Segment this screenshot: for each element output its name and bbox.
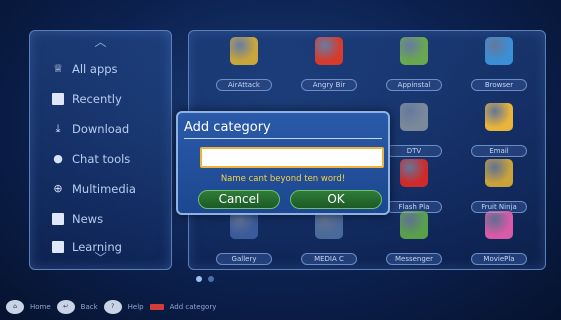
app-tile[interactable]: Browser bbox=[464, 37, 534, 97]
app-label: Browser bbox=[471, 79, 527, 91]
app-icon bbox=[230, 211, 258, 239]
sidebar-item-download[interactable]: ⤓ Download bbox=[52, 118, 167, 140]
app-label: Email bbox=[471, 145, 527, 157]
app-tile[interactable]: Fruit Ninja bbox=[464, 159, 534, 219]
add-category-dialog: Add category Name cant beyond ten word! … bbox=[176, 111, 390, 215]
red-key-icon bbox=[149, 304, 164, 310]
app-label: MoviePla bbox=[471, 253, 527, 265]
news-icon bbox=[52, 213, 64, 225]
app-icon bbox=[315, 211, 343, 239]
home-key-icon: ⌂ bbox=[6, 300, 24, 314]
scroll-down-chevron-icon[interactable]: ﹀ bbox=[93, 252, 109, 264]
sidebar-item-label: All apps bbox=[72, 62, 118, 76]
app-label: AirAttack bbox=[216, 79, 272, 91]
sidebar-item-all-apps[interactable]: ♕ All apps bbox=[52, 58, 167, 80]
app-label: Gallery bbox=[216, 253, 272, 265]
app-icon bbox=[485, 103, 513, 131]
app-tile[interactable]: MoviePla bbox=[464, 211, 534, 271]
app-label: MEDIA C bbox=[301, 253, 357, 265]
app-icon bbox=[230, 37, 258, 65]
page-indicator bbox=[196, 276, 214, 282]
app-label: DTV bbox=[386, 145, 442, 157]
book-icon bbox=[52, 241, 64, 253]
sidebar-item-label: Download bbox=[72, 122, 130, 136]
app-tile[interactable]: Angry Bir bbox=[294, 37, 364, 97]
app-icon bbox=[315, 37, 343, 65]
chat-icon: ● bbox=[53, 152, 63, 165]
back-key-icon: ↩ bbox=[56, 300, 75, 314]
sidebar-item-multimedia[interactable]: ⊕ Multimedia bbox=[52, 178, 167, 200]
category-sidebar: ︿ ♕ All apps Recently ⤓ Download ● Chat … bbox=[29, 30, 172, 270]
sidebar-item-learning[interactable]: Learning bbox=[52, 236, 167, 258]
sidebar-item-recently[interactable]: Recently bbox=[52, 88, 167, 110]
help-key-icon: ? bbox=[103, 300, 122, 314]
app-tile[interactable]: Messenger bbox=[379, 211, 449, 271]
app-icon bbox=[400, 37, 428, 65]
validation-message: Name cant beyond ten word! bbox=[220, 174, 346, 184]
app-icon bbox=[400, 211, 428, 239]
app-icon bbox=[400, 159, 428, 187]
app-tile[interactable]: Appinstal bbox=[379, 37, 449, 97]
download-icon: ⤓ bbox=[55, 122, 61, 135]
app-label: Messenger bbox=[386, 253, 442, 265]
sidebar-item-chat-tools[interactable]: ● Chat tools bbox=[52, 148, 167, 170]
app-icon bbox=[400, 103, 428, 131]
app-tile[interactable]: Gallery bbox=[209, 211, 279, 271]
title-divider bbox=[184, 138, 382, 139]
scroll-up-chevron-icon[interactable]: ︿ bbox=[93, 36, 109, 48]
trophy-icon: ♕ bbox=[53, 62, 63, 75]
app-tile[interactable]: AirAttack bbox=[209, 37, 279, 97]
hint-home-label: Home bbox=[30, 303, 51, 311]
sidebar-item-label: Multimedia bbox=[72, 182, 136, 196]
sidebar-item-label: News bbox=[72, 212, 104, 226]
cancel-button[interactable]: Cancel bbox=[198, 190, 280, 209]
app-tile[interactable]: MEDIA C bbox=[294, 211, 364, 271]
app-tile[interactable]: Email bbox=[464, 103, 534, 163]
app-icon bbox=[485, 159, 513, 187]
app-icon bbox=[485, 37, 513, 65]
sidebar-item-label: Recently bbox=[72, 92, 122, 106]
sidebar-item-label: Chat tools bbox=[72, 152, 131, 166]
document-icon bbox=[52, 93, 64, 105]
app-label: Angry Bir bbox=[301, 79, 357, 91]
sidebar-item-news[interactable]: News bbox=[52, 208, 167, 230]
category-name-input[interactable] bbox=[200, 147, 384, 168]
remote-hint-bar: ⌂ Home ↩ Back ? Help Add category bbox=[6, 298, 216, 316]
hint-help-label: Help bbox=[127, 303, 144, 311]
ok-button[interactable]: OK bbox=[290, 190, 382, 209]
page-dot-active[interactable] bbox=[196, 276, 202, 282]
hint-add-label: Add category bbox=[169, 303, 217, 311]
dialog-title: Add category bbox=[184, 120, 271, 135]
globe-icon: ⊕ bbox=[53, 182, 63, 195]
hint-back-label: Back bbox=[80, 303, 98, 311]
app-label: Appinstal bbox=[386, 79, 442, 91]
page-dot[interactable] bbox=[208, 276, 214, 282]
app-icon bbox=[485, 211, 513, 239]
